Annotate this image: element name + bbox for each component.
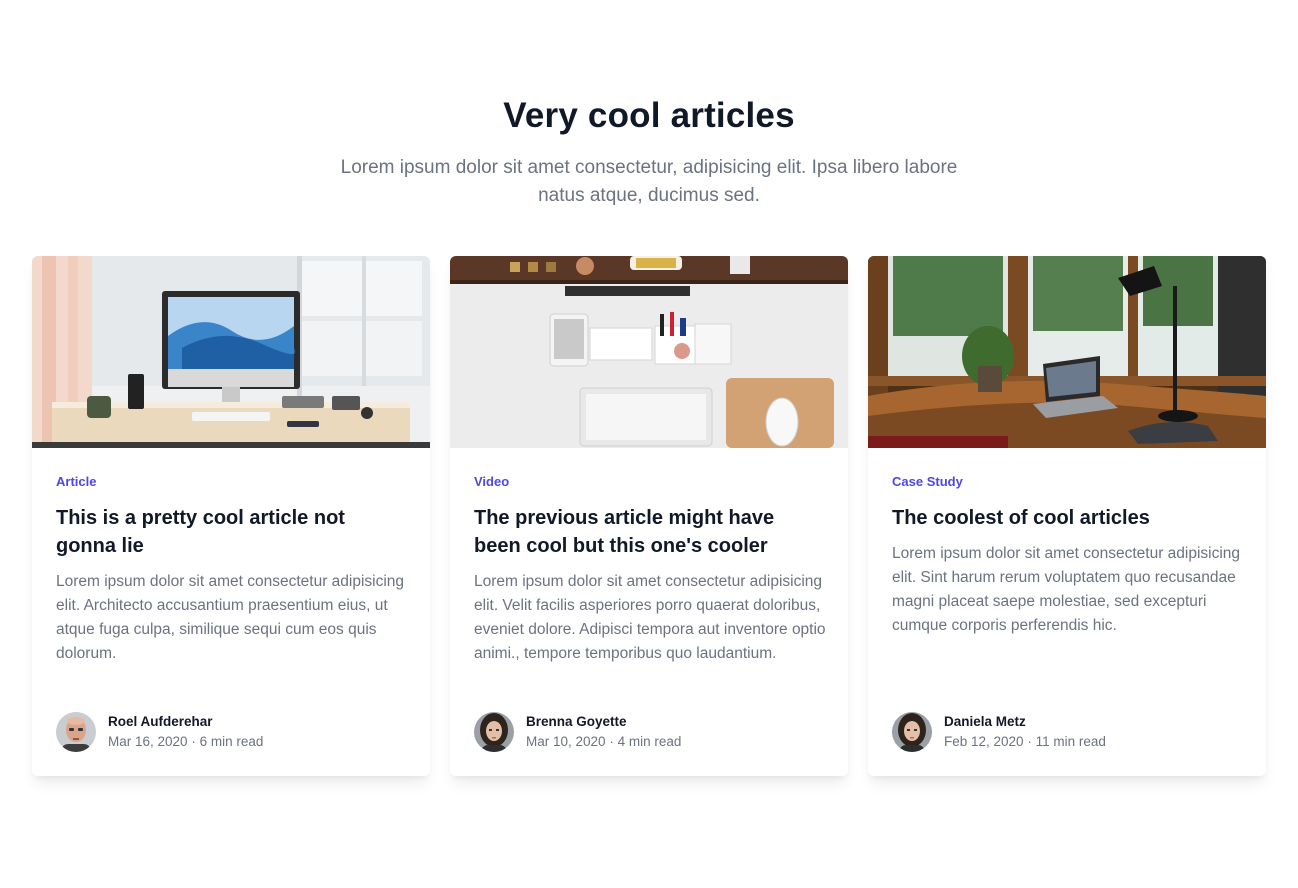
cabin-laptop-photo[interactable] (868, 256, 1266, 448)
top-down-desk-photo[interactable] (450, 256, 848, 448)
article-meta: Mar 16, 2020 · 6 min read (108, 734, 263, 749)
article-meta: Mar 10, 2020 · 4 min read (526, 734, 681, 749)
avatar[interactable] (56, 712, 96, 752)
author-info: Brenna Goyette Mar 10, 2020 · 4 min read (474, 712, 826, 752)
article-card[interactable]: Video The previous article might have be… (450, 256, 848, 776)
desk-with-imac-photo[interactable] (32, 256, 430, 448)
read-time: 11 min read (1035, 734, 1106, 749)
article-date: Mar 10, 2020 (526, 734, 606, 749)
article-card[interactable]: Article This is a pretty cool article no… (32, 256, 430, 776)
meta-separator: · (609, 734, 618, 749)
avatar[interactable] (892, 712, 932, 752)
article-title[interactable]: The coolest of cool articles (892, 504, 1244, 532)
section-subtitle: Lorem ipsum dolor sit amet consectetur, … (340, 157, 958, 206)
avatar[interactable] (474, 712, 514, 752)
category-link[interactable]: Case Study (892, 474, 1244, 490)
read-time: 6 min read (199, 734, 264, 749)
article-date: Feb 12, 2020 (944, 734, 1024, 749)
author-name[interactable]: Brenna Goyette (526, 714, 627, 729)
article-title[interactable]: The previous article might have been coo… (474, 504, 826, 560)
meta-separator: · (191, 734, 200, 749)
author-name[interactable]: Roel Aufderehar (108, 714, 213, 729)
article-title[interactable]: This is a pretty cool article not gonna … (56, 504, 408, 560)
article-description: Lorem ipsum dolor sit amet consectetur a… (892, 545, 1241, 634)
article-description: Lorem ipsum dolor sit amet consectetur a… (56, 573, 405, 662)
meta-separator: · (1027, 734, 1036, 749)
blog-section: Very cool articles Lorem ipsum dolor sit… (0, 0, 1298, 888)
read-time: 4 min read (617, 734, 682, 749)
category-link[interactable]: Article (56, 474, 408, 490)
article-meta: Feb 12, 2020 · 11 min read (944, 734, 1106, 749)
article-description: Lorem ipsum dolor sit amet consectetur a… (474, 573, 826, 662)
category-link[interactable]: Video (474, 474, 826, 490)
author-info: Roel Aufderehar Mar 16, 2020 · 6 min rea… (56, 712, 408, 752)
author-info: Daniela Metz Feb 12, 2020 · 11 min read (892, 712, 1244, 752)
section-title: Very cool articles (503, 96, 795, 135)
author-name[interactable]: Daniela Metz (944, 714, 1026, 729)
article-card[interactable]: Case Study The coolest of cool articles … (868, 256, 1266, 776)
article-date: Mar 16, 2020 (108, 734, 188, 749)
